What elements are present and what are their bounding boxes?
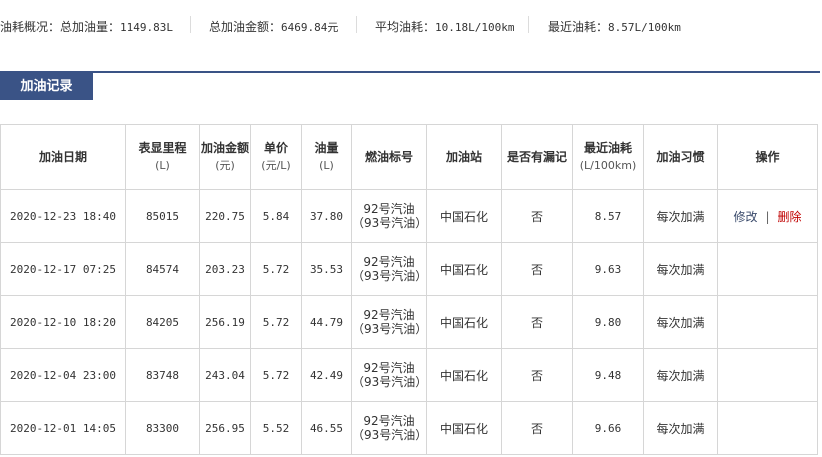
cell-recent-consumption: 9.63	[572, 242, 644, 296]
cell-station: 中国石化	[426, 189, 502, 243]
cell-volume: 42.49	[301, 348, 352, 402]
cell-unit-price: 5.72	[250, 295, 302, 349]
cell-missed: 否	[501, 242, 573, 296]
table-row: 2020-12-17 07:25 84574 203.23 5.72 35.53 92号汽…	[0, 242, 818, 296]
cell-amount: 220.75	[199, 189, 251, 243]
cell-actions: 修改 | 删除	[717, 189, 818, 243]
edit-link[interactable]: 修改	[733, 210, 757, 224]
table-row: 2020-12-01 14:05 83300 256.95 5.52 46.55 92号汽…	[0, 401, 818, 455]
cell-fuel-grade: 92号汽油（93号汽油）	[351, 242, 427, 296]
header-unit-price: 单价 (元/L)	[250, 124, 302, 190]
header-missed: 是否有漏记	[501, 124, 573, 190]
header-actions: 操作	[717, 124, 818, 190]
fuel-summary-bar: 油耗概况：总加油量：1149.83L 总加油金额：6469.84元 平均油耗：1…	[0, 0, 822, 50]
table-header-row: 加油日期 表显里程 (L) 加油金额 (元) 单价 (元/L) 油量 (L) 燃油标号 …	[0, 124, 818, 190]
summary-divider	[190, 16, 191, 33]
cell-habit: 每次加满	[643, 295, 718, 349]
table-row: 2020-12-10 18:20 84205 256.19 5.72 44.79 92号汽…	[0, 295, 818, 349]
cell-station: 中国石化	[426, 242, 502, 296]
cell-amount: 256.19	[199, 295, 251, 349]
cell-unit-price: 5.84	[250, 189, 302, 243]
summary-avg-consumption: 平均油耗：10.18L/100km	[375, 20, 515, 34]
summary-total-volume: 油耗概况：总加油量：1149.83L	[0, 20, 173, 34]
cell-missed: 否	[501, 295, 573, 349]
cell-odometer: 85015	[125, 189, 200, 243]
cell-volume: 37.80	[301, 189, 352, 243]
cell-date: 2020-12-01 14:05	[0, 401, 126, 455]
cell-station: 中国石化	[426, 295, 502, 349]
summary-total-amount: 总加油金额：6469.84元	[209, 20, 339, 34]
action-separator: |	[765, 209, 770, 224]
cell-volume: 35.53	[301, 242, 352, 296]
cell-date: 2020-12-10 18:20	[0, 295, 126, 349]
header-recent-consumption: 最近油耗 (L/100km)	[572, 124, 644, 190]
cell-date: 2020-12-17 07:25	[0, 242, 126, 296]
cell-date: 2020-12-04 23:00	[0, 348, 126, 402]
cell-missed: 否	[501, 401, 573, 455]
summary-recent-consumption: 最近油耗：8.57L/100km	[548, 20, 681, 34]
cell-habit: 每次加满	[643, 348, 718, 402]
cell-habit: 每次加满	[643, 401, 718, 455]
cell-fuel-grade: 92号汽油（93号汽油）	[351, 189, 427, 243]
summary-divider	[356, 16, 357, 33]
cell-odometer: 84574	[125, 242, 200, 296]
header-date: 加油日期	[0, 124, 126, 190]
header-habit: 加油习惯	[643, 124, 718, 190]
cell-amount: 243.04	[199, 348, 251, 402]
cell-station: 中国石化	[426, 348, 502, 402]
cell-odometer: 83300	[125, 401, 200, 455]
fuel-records-table: 加油日期 表显里程 (L) 加油金额 (元) 单价 (元/L) 油量 (L) 燃油标号 …	[0, 124, 818, 455]
cell-recent-consumption: 9.66	[572, 401, 644, 455]
table-row: 2020-12-23 18:40 85015 220.75 5.84 37.80 92号汽…	[0, 189, 818, 243]
cell-recent-consumption: 8.57	[572, 189, 644, 243]
header-station: 加油站	[426, 124, 502, 190]
cell-odometer: 83748	[125, 348, 200, 402]
cell-actions	[717, 348, 818, 402]
table-row: 2020-12-04 23:00 83748 243.04 5.72 42.49 92号汽…	[0, 348, 818, 402]
cell-date: 2020-12-23 18:40	[0, 189, 126, 243]
cell-unit-price: 5.52	[250, 401, 302, 455]
section-title-fuel-records: 加油记录	[0, 73, 93, 100]
header-amount: 加油金额 (元)	[199, 124, 251, 190]
cell-habit: 每次加满	[643, 242, 718, 296]
header-fuel-grade: 燃油标号	[351, 124, 427, 190]
section-divider	[0, 71, 820, 73]
cell-missed: 否	[501, 348, 573, 402]
cell-fuel-grade: 92号汽油（93号汽油）	[351, 401, 427, 455]
cell-odometer: 84205	[125, 295, 200, 349]
cell-fuel-grade: 92号汽油（93号汽油）	[351, 348, 427, 402]
cell-actions	[717, 295, 818, 349]
cell-volume: 44.79	[301, 295, 352, 349]
header-volume: 油量 (L)	[301, 124, 352, 190]
cell-station: 中国石化	[426, 401, 502, 455]
cell-amount: 203.23	[199, 242, 251, 296]
header-odometer: 表显里程 (L)	[125, 124, 200, 190]
cell-recent-consumption: 9.48	[572, 348, 644, 402]
cell-fuel-grade: 92号汽油（93号汽油）	[351, 295, 427, 349]
delete-link[interactable]: 删除	[778, 210, 802, 224]
cell-missed: 否	[501, 189, 573, 243]
cell-unit-price: 5.72	[250, 348, 302, 402]
cell-habit: 每次加满	[643, 189, 718, 243]
cell-volume: 46.55	[301, 401, 352, 455]
cell-actions	[717, 242, 818, 296]
cell-unit-price: 5.72	[250, 242, 302, 296]
summary-divider	[528, 16, 529, 33]
cell-amount: 256.95	[199, 401, 251, 455]
cell-recent-consumption: 9.80	[572, 295, 644, 349]
cell-actions	[717, 401, 818, 455]
